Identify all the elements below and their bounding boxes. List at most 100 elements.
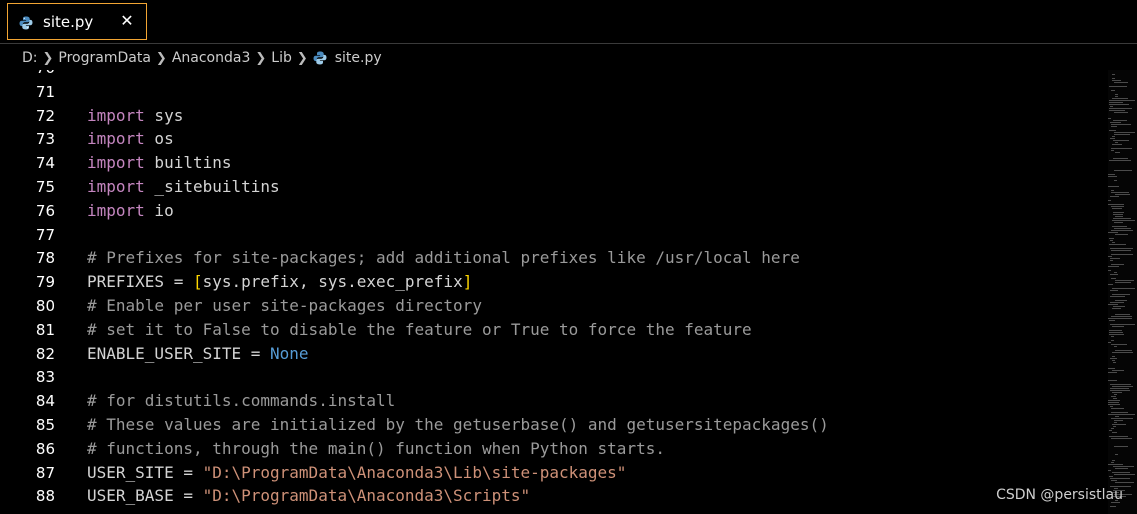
minimap-line xyxy=(1111,340,1114,341)
minimap-line xyxy=(1112,144,1122,145)
minimap-line xyxy=(1111,418,1133,419)
line-code: # Prefixes for site-packages; add additi… xyxy=(87,246,800,270)
chevron-right-icon: ❯ xyxy=(296,50,308,66)
tab-label: site.py xyxy=(43,12,94,31)
minimap-line xyxy=(1109,330,1122,331)
minimap-line xyxy=(1108,186,1119,187)
minimap-line xyxy=(1110,260,1113,261)
minimap-line xyxy=(1112,356,1115,357)
code-editor[interactable]: 70 71 72 import sys 73 import os 74 import buil… xyxy=(0,70,1108,514)
code-token: builtins xyxy=(144,153,232,173)
code-line[interactable]: 76 import io xyxy=(0,199,1108,223)
minimap-line xyxy=(1114,170,1132,171)
close-icon[interactable]: ✕ xyxy=(119,13,135,29)
minimap-line xyxy=(1108,256,1112,257)
minimap-line xyxy=(1108,380,1117,381)
minimap-line xyxy=(1110,248,1133,249)
minimap-line xyxy=(1110,478,1130,479)
minimap-line xyxy=(1115,96,1118,97)
code-line[interactable]: 87 USER_SITE = "D:\ProgramData\Anaconda3\… xyxy=(0,461,1108,485)
minimap-line xyxy=(1113,466,1134,467)
minimap-line xyxy=(1111,344,1127,345)
minimap-line xyxy=(1111,254,1133,255)
code-line[interactable]: 70 xyxy=(0,70,1108,80)
line-number: 71 xyxy=(35,82,55,101)
code-line[interactable]: 78 # Prefixes for site-packages; add addi… xyxy=(0,246,1108,270)
code-line[interactable]: 88 USER_BASE = "D:\ProgramData\Anaconda3\… xyxy=(0,484,1108,508)
code-token: os xyxy=(144,129,174,149)
minimap-line xyxy=(1108,270,1111,271)
minimap-line xyxy=(1108,470,1111,471)
code-line[interactable]: 71 xyxy=(0,80,1108,104)
minimap-line xyxy=(1111,150,1114,151)
minimap-line xyxy=(1115,468,1128,469)
breadcrumb-item-file[interactable]: site.py xyxy=(313,50,382,66)
code-line[interactable]: 77 xyxy=(0,223,1108,247)
minimap[interactable] xyxy=(1108,70,1137,514)
minimap-line xyxy=(1112,78,1115,79)
breadcrumb-item-lib[interactable]: Lib xyxy=(271,50,292,66)
minimap-line xyxy=(1112,352,1133,353)
minimap-line xyxy=(1108,400,1120,401)
minimap-line xyxy=(1111,462,1114,463)
breadcrumb-item-programdata[interactable]: ProgramData xyxy=(58,50,151,66)
code-line[interactable]: 85 # These values are initialized by the … xyxy=(0,413,1108,437)
code-line[interactable]: 80 # Enable per user site-packages direct… xyxy=(0,294,1108,318)
minimap-line xyxy=(1109,244,1126,245)
line-number: 76 xyxy=(35,201,55,220)
minimap-line xyxy=(1109,160,1131,161)
minimap-line xyxy=(1111,206,1124,207)
minimap-line xyxy=(1108,118,1111,119)
minimap-line xyxy=(1112,386,1133,387)
line-code: # Enable per user site-packages director… xyxy=(87,294,482,318)
code-token: import xyxy=(87,200,145,220)
line-number: 78 xyxy=(35,249,55,268)
minimap-line xyxy=(1114,228,1131,229)
code-line[interactable]: 86 # functions, through the main() functi… xyxy=(0,437,1108,461)
minimap-line xyxy=(1112,326,1124,327)
line-code: # functions, through the main() function… xyxy=(87,437,665,461)
line-number: 73 xyxy=(35,130,55,149)
minimap-line xyxy=(1113,218,1131,219)
code-token: io xyxy=(144,200,174,220)
code-line[interactable]: 84 # for distutils.commands.install xyxy=(0,389,1108,413)
minimap-line xyxy=(1114,112,1128,113)
tab-site-py[interactable]: site.py ✕ xyxy=(7,3,147,40)
line-number: 82 xyxy=(35,344,55,363)
code-line[interactable]: 75 import _sitebuiltins xyxy=(0,175,1108,199)
minimap-line xyxy=(1109,476,1113,477)
tab-bar: site.py ✕ xyxy=(0,0,1137,44)
code-line[interactable]: 72 import sys xyxy=(0,104,1108,128)
code-token: sys xyxy=(144,105,184,125)
minimap-line xyxy=(1112,98,1128,99)
code-line[interactable]: 83 xyxy=(0,365,1108,389)
line-code: USER_BASE = "D:\ProgramData\Anaconda3\Sc… xyxy=(87,484,530,508)
code-line[interactable]: 73 import os xyxy=(0,127,1108,151)
code-token: # functions, through the main() function… xyxy=(87,438,665,458)
minimap-line xyxy=(1109,332,1123,333)
breadcrumb-item-anaconda3[interactable]: Anaconda3 xyxy=(172,50,251,66)
code-token: "D:\ProgramData\Anaconda3\Scripts" xyxy=(202,486,531,506)
minimap-line xyxy=(1111,126,1117,127)
minimap-line xyxy=(1115,300,1127,301)
minimap-line xyxy=(1111,264,1124,265)
minimap-line xyxy=(1113,120,1127,121)
minimap-line xyxy=(1112,460,1115,461)
code-token: # set it to False to disable the feature… xyxy=(87,319,752,339)
minimap-line xyxy=(1108,232,1118,233)
minimap-line xyxy=(1111,148,1132,149)
code-line[interactable]: 81 # set it to False to disable the featu… xyxy=(0,318,1108,342)
minimap-line xyxy=(1111,192,1129,193)
minimap-line xyxy=(1113,426,1116,427)
code-token: import xyxy=(87,153,145,173)
minimap-line xyxy=(1112,136,1115,137)
code-line[interactable]: 74 import builtins xyxy=(0,151,1108,175)
minimap-line xyxy=(1109,104,1129,105)
minimap-line xyxy=(1114,474,1135,475)
code-line[interactable]: 82 ENABLE_USER_SITE = None xyxy=(0,342,1108,366)
code-token: _sitebuiltins xyxy=(144,177,280,196)
code-line[interactable]: 79 PREFIXES = [sys.prefix, sys.exec_prefi… xyxy=(0,270,1108,294)
breadcrumb-item-drive[interactable]: D: xyxy=(22,50,38,66)
minimap-line xyxy=(1110,388,1129,389)
minimap-line xyxy=(1111,316,1132,317)
